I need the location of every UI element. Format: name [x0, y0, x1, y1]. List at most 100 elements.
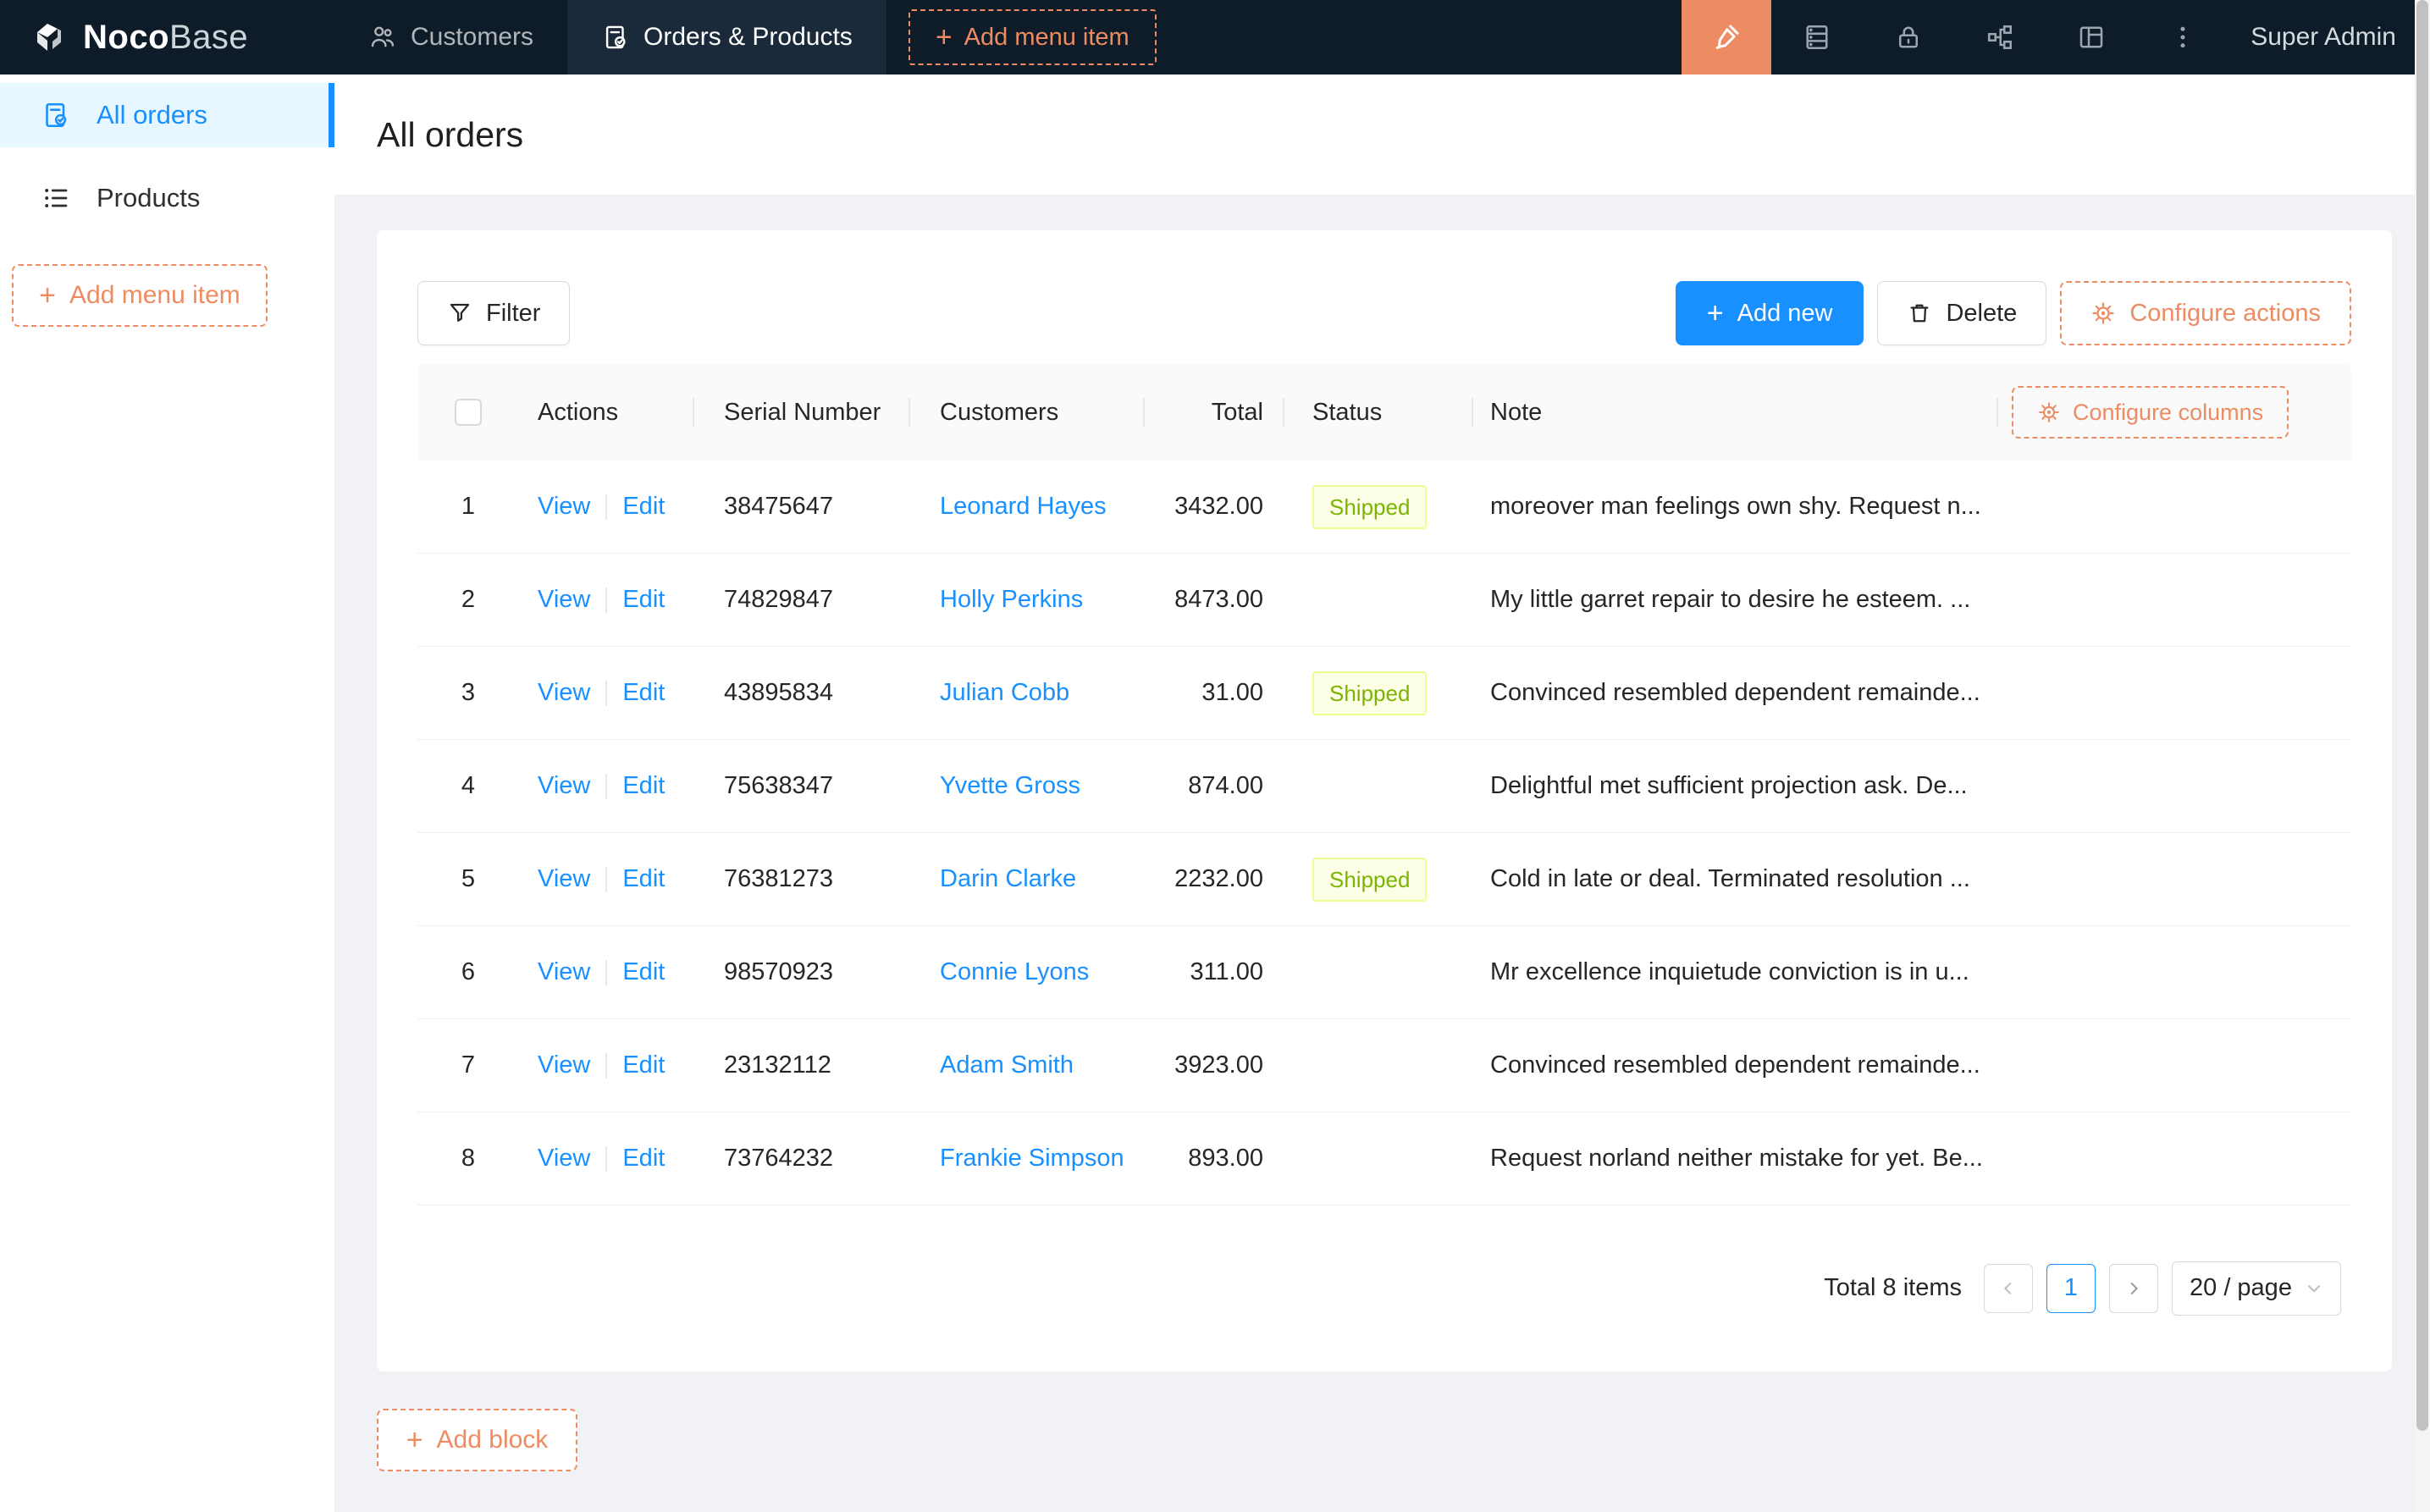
view-link[interactable]: View [538, 772, 590, 800]
pagination-next-button[interactable] [2109, 1264, 2158, 1313]
logo-text-light: Base [169, 19, 248, 56]
row-index-cell: 4 [417, 740, 519, 832]
status-cell: Shipped [1284, 461, 1473, 553]
status-cell [1284, 926, 1473, 1018]
filter-button[interactable]: Filter [417, 281, 570, 345]
add-menu-item-sidebar-button[interactable]: + Add menu item [12, 264, 268, 327]
configure-actions-button[interactable]: Configure actions [2060, 281, 2351, 345]
delete-button[interactable]: Delete [1877, 281, 2046, 345]
row-index-cell: 7 [417, 1019, 519, 1112]
row-actions-cell: View Edit [519, 740, 694, 832]
page-size-select[interactable]: 20 / page [2172, 1261, 2341, 1316]
delete-label: Delete [1946, 300, 2017, 328]
table-row: 7 View Edit 23132112 Adam Smith 3923.00 … [417, 1019, 2351, 1112]
row-actions-cell: View Edit [519, 833, 694, 925]
page-size-value: 20 / page [2190, 1274, 2292, 1302]
customer-link[interactable]: Connie Lyons [940, 958, 1089, 986]
action-divider [605, 681, 607, 706]
status-cell: Shipped [1284, 833, 1473, 925]
row-index-cell: 5 [417, 833, 519, 925]
total-cell: 874.00 [1145, 740, 1284, 832]
scrollbar-thumb[interactable] [2416, 0, 2428, 1431]
view-link[interactable]: View [538, 586, 590, 614]
main-menu: Customers Orders & Products + Add menu i… [334, 0, 1157, 74]
edit-link[interactable]: Edit [622, 865, 665, 893]
user-menu[interactable]: Super Admin [2228, 23, 2396, 52]
ui-editor-button[interactable] [1682, 0, 1771, 74]
edit-link[interactable]: Edit [622, 679, 665, 707]
add-new-button[interactable]: + Add new [1676, 281, 1864, 345]
view-link[interactable]: View [538, 493, 590, 521]
edit-link[interactable]: Edit [622, 493, 665, 521]
nav-tab-orders-products[interactable]: Orders & Products [567, 0, 886, 74]
customer-cell: Yvette Gross [910, 740, 1145, 832]
add-block-label: Add block [437, 1426, 549, 1454]
column-header-total: Total [1145, 364, 1284, 461]
sidebar-item-label: Products [97, 183, 200, 213]
note-cell: Request norland neither mistake for yet.… [1473, 1112, 1998, 1205]
customer-link[interactable]: Yvette Gross [940, 772, 1080, 800]
edit-link[interactable]: Edit [622, 1145, 665, 1173]
add-block-button[interactable]: + Add block [377, 1409, 577, 1471]
lock-icon [1893, 22, 1924, 52]
sidebar-item-products[interactable]: Products [0, 166, 334, 230]
table-toolbar: Filter + Add new [417, 281, 2351, 345]
note-cell: Delightful met sufficient projection ask… [1473, 740, 1998, 832]
page-header: All orders [334, 74, 2430, 195]
pagination-prev-button[interactable] [1984, 1264, 2033, 1313]
collections-manager-button[interactable] [1771, 0, 1863, 74]
view-link[interactable]: View [538, 958, 590, 986]
sidebar: All orders Products + Add menu item [0, 74, 334, 1512]
page-title: All orders [377, 115, 523, 155]
row-index-cell: 8 [417, 1112, 519, 1205]
customer-link[interactable]: Adam Smith [940, 1051, 1074, 1079]
configure-actions-label: Configure actions [2129, 300, 2321, 328]
view-link[interactable]: View [538, 1145, 590, 1173]
edit-link[interactable]: Edit [622, 1051, 665, 1079]
serial-number-cell: 98570923 [694, 926, 910, 1018]
customer-link[interactable]: Darin Clarke [940, 865, 1076, 893]
customer-cell: Julian Cobb [910, 647, 1145, 739]
sidebar-item-all-orders[interactable]: All orders [0, 83, 334, 147]
row-actions-cell: View Edit [519, 926, 694, 1018]
serial-number-cell: 74829847 [694, 554, 910, 646]
nav-tab-customers[interactable]: Customers [334, 0, 567, 74]
pagination-page-1[interactable]: 1 [2046, 1264, 2096, 1313]
plugin-settings-button[interactable] [2046, 0, 2137, 74]
select-all-checkbox[interactable] [455, 399, 482, 426]
view-link[interactable]: View [538, 679, 590, 707]
edit-link[interactable]: Edit [622, 772, 665, 800]
customer-link[interactable]: Julian Cobb [940, 679, 1069, 707]
customer-link[interactable]: Holly Perkins [940, 586, 1083, 614]
access-control-button[interactable] [1863, 0, 1954, 74]
add-menu-item-top-button[interactable]: + Add menu item [908, 9, 1157, 65]
add-new-label: Add new [1737, 300, 1833, 328]
scrollbar-track[interactable] [2415, 0, 2430, 1512]
total-cell: 311.00 [1145, 926, 1284, 1018]
total-cell: 8473.00 [1145, 554, 1284, 646]
table-row: 1 View Edit 38475647 Leonard Hayes 3432.… [417, 461, 2351, 554]
add-menu-item-top-label: Add menu item [964, 24, 1129, 52]
view-link[interactable]: View [538, 865, 590, 893]
view-link[interactable]: View [538, 1051, 590, 1079]
status-badge: Shipped [1312, 671, 1427, 715]
row-actions-cell: View Edit [519, 1019, 694, 1112]
serial-number-cell: 38475647 [694, 461, 910, 553]
api-workflow-button[interactable] [1954, 0, 2046, 74]
table-row: 4 View Edit 75638347 Yvette Gross 874.00… [417, 740, 2351, 833]
edit-link[interactable]: Edit [622, 586, 665, 614]
configure-columns-button[interactable]: Configure columns [2012, 386, 2289, 439]
edit-link[interactable]: Edit [622, 958, 665, 986]
row-spacer-cell [1998, 740, 2351, 832]
column-header-note: Note [1473, 364, 1998, 461]
more-actions-button[interactable] [2137, 0, 2228, 74]
column-header-customers: Customers [910, 364, 1145, 461]
row-spacer-cell [1998, 461, 2351, 553]
content-area: Filter + Add new [334, 195, 2430, 1512]
row-spacer-cell [1998, 833, 2351, 925]
row-spacer-cell [1998, 1112, 2351, 1205]
customer-link[interactable]: Frankie Simpson [940, 1145, 1124, 1173]
customer-link[interactable]: Leonard Hayes [940, 493, 1107, 521]
status-badge: Shipped [1312, 858, 1427, 902]
status-cell [1284, 740, 1473, 832]
